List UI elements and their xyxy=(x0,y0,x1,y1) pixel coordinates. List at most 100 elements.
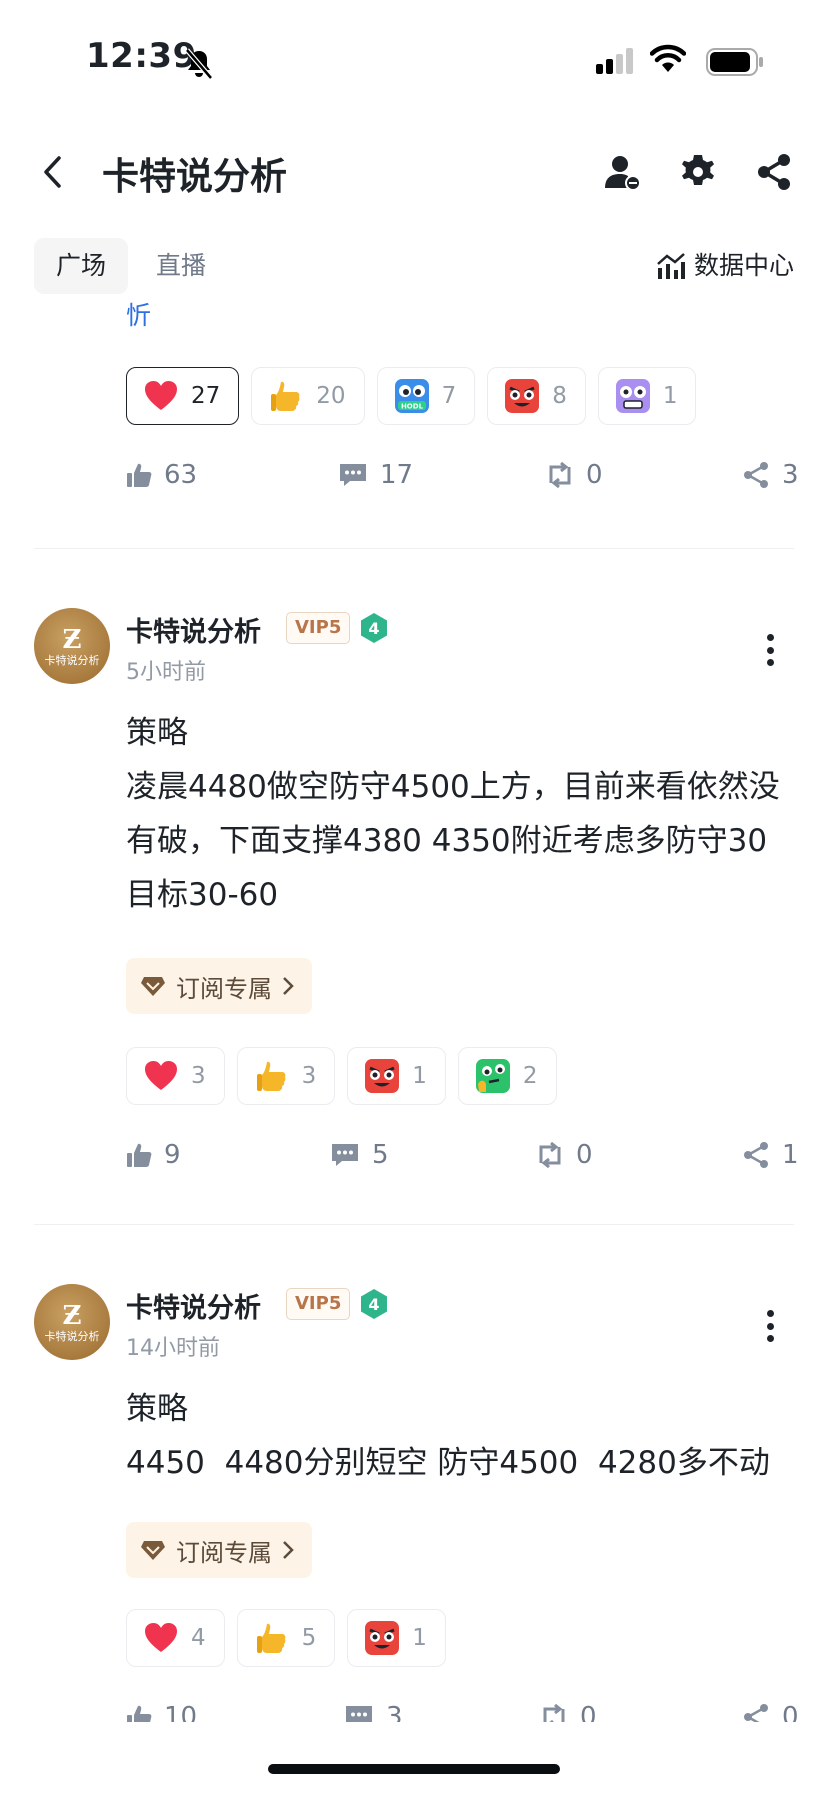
reaction-angry-button[interactable]: 1 xyxy=(347,1047,446,1105)
purple-face-emoji-icon xyxy=(615,378,651,414)
reaction-heart-button[interactable]: 4 xyxy=(126,1609,225,1667)
bell-muted-icon xyxy=(185,48,213,80)
avatar[interactable]: Ƶ 卡特说分析 xyxy=(34,1284,110,1360)
level-number: 4 xyxy=(368,1295,379,1314)
repost-button[interactable]: 0 xyxy=(546,460,603,490)
repost-icon xyxy=(549,462,571,488)
subscribe-label: 订阅专属 xyxy=(176,1538,272,1567)
home-indicator[interactable] xyxy=(268,1764,560,1774)
thumbs-up-emoji-icon xyxy=(268,378,304,414)
reaction-count: 3 xyxy=(301,1063,317,1089)
reaction-count: 20 xyxy=(316,383,346,409)
reaction-row: 27 20 HODL 7 8 1 xyxy=(126,367,697,425)
reaction-thumbs-up-button[interactable]: 3 xyxy=(236,1047,336,1105)
reaction-row: 4 5 1 xyxy=(126,1609,446,1667)
reaction-angry-button[interactable]: 8 xyxy=(487,367,586,425)
heart-emoji-icon xyxy=(143,1620,179,1656)
like-count: 63 xyxy=(164,460,198,490)
like-button[interactable]: 63 xyxy=(126,460,197,490)
reaction-count: 7 xyxy=(441,383,457,409)
author-name[interactable]: 卡特说分析 xyxy=(126,1286,261,1325)
thinking-face-emoji-icon xyxy=(475,1058,511,1094)
heart-emoji-icon xyxy=(143,378,179,414)
chevron-right-icon xyxy=(283,977,294,995)
post-body: 策略 4450 4480分别短空 防守4500 4280多不动 xyxy=(126,1382,796,1490)
share-icon xyxy=(744,1142,768,1168)
post-time: 14小时前 xyxy=(126,1336,220,1361)
like-button[interactable]: 9 xyxy=(126,1140,181,1170)
back-button[interactable] xyxy=(30,150,74,194)
post-body-text: 凌晨4480做空防守4500上方，目前来看依然没有破，下面支撑4380 4350… xyxy=(126,769,780,913)
post-time: 5小时前 xyxy=(126,660,206,685)
thumbs-up-emoji-icon xyxy=(254,1620,290,1656)
avatar-label: 卡特说分析 xyxy=(44,1329,100,1343)
repost-button[interactable]: 0 xyxy=(536,1140,593,1170)
share-post-button[interactable]: 1 xyxy=(742,1140,799,1170)
comment-button[interactable]: 5 xyxy=(330,1140,389,1170)
battery-icon xyxy=(706,48,763,76)
reaction-purple-face-button[interactable]: 1 xyxy=(597,367,697,425)
share-post-button[interactable]: 3 xyxy=(742,460,799,490)
reaction-thumbs-up-button[interactable]: 5 xyxy=(236,1609,336,1667)
share-count: 1 xyxy=(782,1140,799,1170)
truncated-post-text: 忻 xyxy=(126,301,152,330)
chevron-right-icon xyxy=(283,1541,294,1559)
repost-count: 0 xyxy=(576,1140,593,1170)
comment-count: 5 xyxy=(372,1140,389,1170)
angry-face-emoji-icon xyxy=(364,1058,400,1094)
like-count: 9 xyxy=(164,1140,181,1170)
page-title: 卡特说分析 xyxy=(102,155,287,198)
thumbs-up-icon xyxy=(127,463,152,487)
author-name[interactable]: 卡特说分析 xyxy=(126,610,261,649)
angry-face-emoji-icon xyxy=(504,378,540,414)
comment-icon xyxy=(340,464,366,486)
share-page-button[interactable] xyxy=(750,148,798,196)
avatar[interactable]: Ƶ 卡特说分析 xyxy=(34,608,110,684)
avatar-label: 卡特说分析 xyxy=(44,653,100,667)
reaction-angry-button[interactable]: 1 xyxy=(347,1609,446,1667)
tab-bar: 广场 直播 数据中心 xyxy=(0,238,828,298)
reaction-heart-button[interactable]: 3 xyxy=(126,1047,225,1105)
post-divider xyxy=(34,1224,794,1225)
reaction-count: 1 xyxy=(662,383,678,409)
tab-live[interactable]: 直播 xyxy=(134,238,228,294)
level-badge-icon: 4 xyxy=(361,613,387,643)
more-options-button[interactable] xyxy=(760,630,780,670)
reaction-row: 3 3 1 2 xyxy=(126,1047,557,1105)
diamond-icon xyxy=(141,1541,165,1560)
chart-icon xyxy=(657,253,685,279)
profile-button[interactable] xyxy=(598,148,646,196)
share-icon xyxy=(758,154,790,190)
page-header: 卡特说分析 xyxy=(0,120,828,224)
wifi-icon xyxy=(650,44,686,72)
heart-emoji-icon xyxy=(143,1058,179,1094)
reaction-heart-button[interactable]: 27 xyxy=(126,367,240,425)
more-options-button[interactable] xyxy=(760,1306,780,1346)
settings-button[interactable] xyxy=(674,148,722,196)
user-profile-icon xyxy=(605,156,641,191)
share-count: 3 xyxy=(782,460,799,490)
tab-square[interactable]: 广场 xyxy=(34,238,129,294)
avatar-logo-icon: Ƶ xyxy=(62,624,82,655)
data-center-label: 数据中心 xyxy=(693,251,794,280)
vip-badge: VIP5 xyxy=(286,612,351,644)
post-body-text: 4450 4480分别短空 防守4500 4280多不动 xyxy=(126,1445,770,1481)
comment-button[interactable]: 17 xyxy=(338,460,413,490)
repost-icon xyxy=(539,1142,561,1168)
reaction-hodl-button[interactable]: HODL 7 xyxy=(376,367,476,425)
reaction-count: 2 xyxy=(522,1063,538,1089)
reaction-count: 1 xyxy=(412,1625,427,1651)
subscribe-exclusive-button[interactable]: 订阅专属 xyxy=(126,958,312,1014)
chevron-left-icon xyxy=(44,156,61,188)
action-row: 9 5 0 1 xyxy=(126,1140,799,1180)
reaction-thinking-button[interactable]: 2 xyxy=(457,1047,557,1105)
angry-face-emoji-icon xyxy=(364,1620,400,1656)
reaction-count: 4 xyxy=(191,1625,206,1651)
post-body-title: 策略 xyxy=(126,1391,188,1427)
reaction-count: 8 xyxy=(552,383,567,409)
subscribe-exclusive-button[interactable]: 订阅专属 xyxy=(126,1522,312,1578)
reaction-thumbs-up-button[interactable]: 20 xyxy=(251,367,365,425)
reaction-count: 5 xyxy=(301,1625,317,1651)
repost-count: 0 xyxy=(586,460,603,490)
data-center-link[interactable]: 数据中心 xyxy=(656,238,794,294)
